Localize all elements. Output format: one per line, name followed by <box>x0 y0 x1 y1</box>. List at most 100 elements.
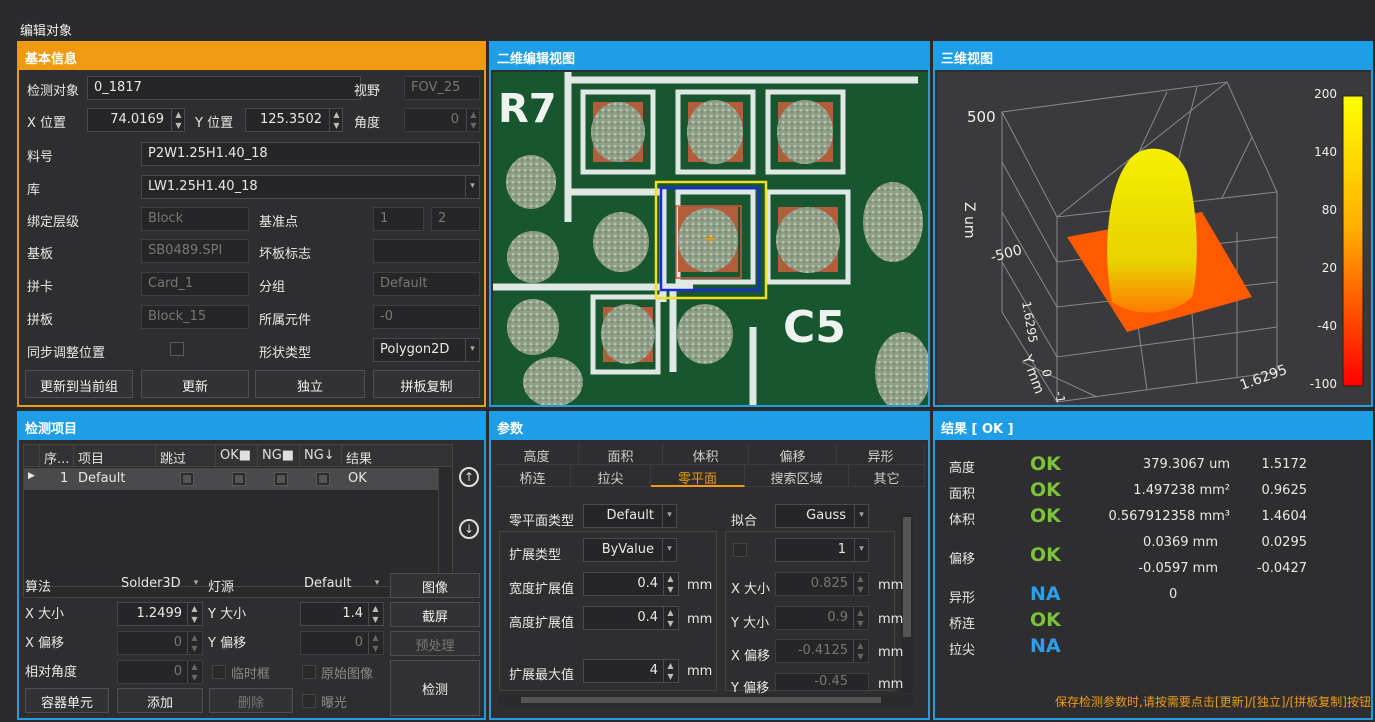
basic-info-title: 基本信息 <box>19 43 484 70</box>
unit-label: mm <box>687 578 713 593</box>
tab-volume[interactable]: 体积 <box>663 443 749 465</box>
image-button[interactable]: 图像 <box>390 573 480 598</box>
angle-label: 角度 <box>354 116 381 131</box>
shape-type-select[interactable]: Polygon2D ▾ <box>373 338 480 362</box>
angle-spinner: ▲ ▼ <box>466 109 480 131</box>
svg-text:+: + <box>703 229 716 248</box>
tab-spike[interactable]: 拉尖 <box>571 465 651 487</box>
y-position-spinner[interactable]: ▲ ▼ <box>329 109 343 131</box>
unit-label: mm <box>687 612 713 627</box>
independent-button[interactable]: 独立 <box>255 370 365 398</box>
update-button[interactable]: 更新 <box>141 370 249 398</box>
screenshot-button[interactable]: 截屏 <box>390 602 480 627</box>
extension-type-label: 扩展类型 <box>509 548 562 563</box>
algorithm-label: 算法 <box>25 580 52 595</box>
tab-area[interactable]: 面积 <box>579 443 663 465</box>
bind-level-label: 绑定层级 <box>27 215 80 230</box>
items-scrollbar[interactable] <box>438 468 452 586</box>
row-index: 1 <box>60 471 69 486</box>
container-unit-button[interactable]: 容器单元 <box>25 688 109 713</box>
tab-zero-plane[interactable]: 零平面 <box>651 465 745 487</box>
plot-3d[interactable]: 500 -500 Z um 1.6295 0 -1.62 Y mm 1.6295… <box>937 72 1371 405</box>
fit-value: Gauss <box>806 508 846 523</box>
result-value-height: 379.3067 um <box>1142 457 1230 472</box>
header-corner <box>24 445 40 467</box>
detect-button[interactable]: 检测 <box>390 660 480 716</box>
light-source-select[interactable]: Default ▾ <box>298 573 384 597</box>
extension-type-select[interactable]: ByValue ▾ <box>583 538 677 562</box>
view-3d-panel: 三维视图 500 -500 Z um 1.6295 0 Y mm 1.6295 … <box>933 41 1373 407</box>
header-result: 结果 <box>346 452 373 467</box>
tab-abnormal[interactable]: 异形 <box>837 443 925 465</box>
result-score-offset-x: 0.0295 <box>1261 535 1308 550</box>
library-select[interactable]: LW1.25H1.40_18 ▾ <box>141 175 480 199</box>
unit-label: mm <box>878 677 904 692</box>
move-down-icon[interactable]: ↓ <box>459 519 479 539</box>
params-hscrollbar[interactable] <box>499 695 913 705</box>
table-row[interactable]: ▶ 1 Default OK <box>24 468 438 490</box>
fit-select[interactable]: Gauss ▾ <box>775 504 869 528</box>
result-status-volume: OK <box>1030 505 1061 527</box>
detection-items-title: 检测项目 <box>19 413 484 440</box>
height-extension-spinner[interactable]: ▲ ▼ <box>663 607 677 629</box>
sync-adjust-checkbox[interactable] <box>170 342 184 356</box>
x-position-spinner[interactable]: ▲ ▼ <box>171 109 185 131</box>
part-label: 料号 <box>27 150 54 165</box>
panel-label: 拼板 <box>27 313 54 328</box>
region-value-select[interactable]: 1 ▾ <box>775 538 869 562</box>
library-label: 库 <box>27 183 41 198</box>
width-extension-spinner[interactable]: ▲ ▼ <box>663 573 677 595</box>
relative-angle-spinner: ▲ ▼ <box>187 661 201 683</box>
row-expand-icon[interactable]: ▶ <box>28 471 35 481</box>
max-extension-spinner[interactable]: ▲ ▼ <box>663 660 677 682</box>
update-to-group-button[interactable]: 更新到当前组 <box>25 370 133 398</box>
result-name-volume: 体积 <box>949 513 976 528</box>
colorbar-tick: -100 <box>1310 377 1337 391</box>
result-status-offset: OK <box>1030 544 1061 566</box>
preprocess-button: 预处理 <box>390 631 480 656</box>
y-size-spinner[interactable]: ▲ ▼ <box>368 603 382 625</box>
tab-search-area[interactable]: 搜索区域 <box>745 465 849 487</box>
library-value: LW1.25H1.40_18 <box>148 179 258 194</box>
panel-copy-button[interactable]: 拼板复制 <box>373 370 480 398</box>
row-ng-down-checkbox[interactable] <box>316 472 330 486</box>
width-extension-label: 宽度扩展值 <box>509 582 575 597</box>
result-status-area: OK <box>1030 479 1061 501</box>
result-name-abnormal: 异形 <box>949 591 976 606</box>
tab-height[interactable]: 高度 <box>495 443 579 465</box>
z-axis-label: Z um <box>961 202 977 239</box>
region-checkbox <box>733 543 747 557</box>
card-label: 拼卡 <box>27 280 54 295</box>
algorithm-select[interactable]: Solder3D ▾ <box>115 573 203 597</box>
result-name-bridge: 桥连 <box>949 617 976 632</box>
algorithm-value: Solder3D <box>121 576 181 591</box>
tab-bridge[interactable]: 桥连 <box>495 465 571 487</box>
view-2d-title: 二维编辑视图 <box>491 43 928 70</box>
items-table-header: 序... 项目 跳过 OK■ NG■ NG↓ 结果 <box>24 445 452 467</box>
group-label: 分组 <box>259 280 286 295</box>
group-field: Default <box>373 272 480 296</box>
detection-items-panel: 检测项目 序... 项目 跳过 OK■ NG■ NG↓ 结果 ▶ 1 Defau… <box>17 411 486 720</box>
detect-object-field[interactable]: 0_1817 <box>87 76 361 100</box>
row-skip-checkbox[interactable] <box>180 472 194 486</box>
zero-plane-type-select[interactable]: Default ▾ <box>583 504 677 528</box>
params-scrollbar[interactable] <box>901 513 913 693</box>
y-offset-spinner: ▲ ▼ <box>368 632 382 654</box>
row-ng-checkbox[interactable] <box>274 472 288 486</box>
x-size-spinner[interactable]: ▲ ▼ <box>187 603 201 625</box>
tab-offset[interactable]: 偏移 <box>749 443 837 465</box>
header-ok: OK■ <box>216 445 258 467</box>
tab-other[interactable]: 其它 <box>849 465 925 487</box>
pcb-2d-image[interactable]: R7 C5 + <box>493 72 928 405</box>
shape-type-label: 形状类型 <box>259 346 312 361</box>
part-field[interactable]: P2W1.25H1.40_18 <box>141 142 480 166</box>
shape-type-value: Polygon2D <box>380 342 450 357</box>
bind-level-field: Block <box>141 207 249 231</box>
extension-type-value: ByValue <box>601 542 654 557</box>
row-ok-checkbox[interactable] <box>232 472 246 486</box>
add-button[interactable]: 添加 <box>117 688 203 713</box>
result-score-height: 1.5172 <box>1261 457 1308 472</box>
reference-point-1: 1 <box>373 207 424 231</box>
items-hscrollbar[interactable] <box>24 586 452 598</box>
move-up-icon[interactable]: ↑ <box>459 467 479 487</box>
